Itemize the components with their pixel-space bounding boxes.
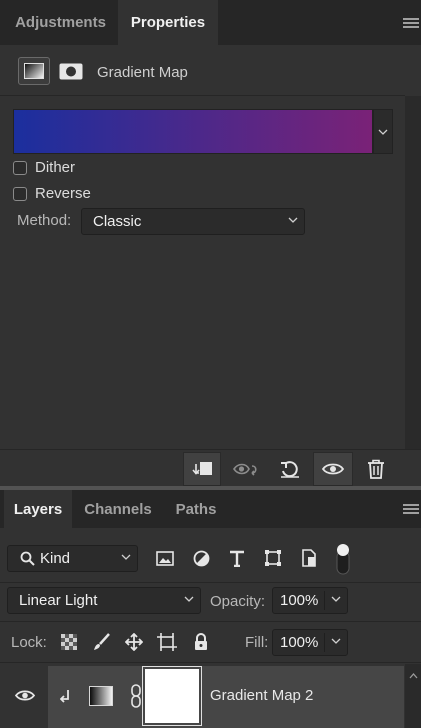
visibility-icon xyxy=(322,463,344,475)
divider xyxy=(0,621,421,622)
blend-mode-select[interactable]: Linear Light xyxy=(7,587,201,614)
properties-tab-bar: Adjustments Properties xyxy=(0,0,421,45)
chevron-down-icon xyxy=(331,638,341,644)
divider xyxy=(0,582,421,583)
smart-object-icon xyxy=(302,549,316,567)
tab-layers[interactable]: Layers xyxy=(4,490,72,528)
fill-label: Fill: xyxy=(245,634,269,651)
artboard-icon xyxy=(157,633,177,651)
brush-icon xyxy=(94,633,110,650)
lock-all-button[interactable] xyxy=(190,631,212,653)
reverse-label: Reverse xyxy=(35,185,91,202)
dither-label: Dither xyxy=(35,159,76,176)
method-select[interactable]: Classic xyxy=(81,208,305,235)
dither-checkbox[interactable] xyxy=(13,161,27,175)
toggle-visibility-button[interactable] xyxy=(313,452,353,486)
lock-artboard-button[interactable] xyxy=(155,631,179,653)
tab-channels[interactable]: Channels xyxy=(74,490,162,528)
delete-button[interactable] xyxy=(358,452,394,486)
move-icon xyxy=(125,633,143,651)
tab-properties[interactable]: Properties xyxy=(118,0,218,45)
properties-footer xyxy=(0,449,421,486)
chain-link-icon xyxy=(131,684,141,708)
eye-icon xyxy=(15,689,35,701)
clipping-mask-arrow-icon xyxy=(60,690,69,703)
filter-smart-object-button[interactable] xyxy=(297,547,321,569)
panel-menu-icon[interactable] xyxy=(403,18,419,30)
tab-paths[interactable]: Paths xyxy=(164,490,228,528)
chevron-down-icon xyxy=(121,554,131,560)
layer-visibility-toggle[interactable] xyxy=(12,685,38,705)
method-label: Method: xyxy=(17,212,72,229)
lock-icon xyxy=(195,633,207,650)
blend-mode-value: Linear Light xyxy=(19,592,98,609)
toggle-switch-icon xyxy=(336,544,350,575)
lock-image-pixels-button[interactable] xyxy=(91,631,113,653)
layer-name[interactable]: Gradient Map 2 xyxy=(210,687,313,704)
fill-value: 100% xyxy=(280,634,319,651)
filter-shape-button[interactable] xyxy=(261,547,285,569)
search-icon xyxy=(20,551,35,566)
trash-icon xyxy=(368,459,384,479)
divider xyxy=(0,95,405,96)
properties-scrollbar[interactable] xyxy=(405,96,421,449)
lock-transparent-pixels-button[interactable] xyxy=(58,631,80,653)
layer-mask-icon xyxy=(59,63,83,79)
gradient-preview[interactable] xyxy=(13,109,373,154)
lock-label: Lock: xyxy=(11,634,47,651)
reset-icon xyxy=(281,461,299,478)
reverse-checkbox[interactable] xyxy=(13,187,27,201)
chevron-down-icon xyxy=(378,129,388,135)
filter-kind-select[interactable]: Kind xyxy=(7,545,138,572)
filter-kind-label: Kind xyxy=(40,550,71,567)
divider xyxy=(324,591,325,610)
tab-adjustments[interactable]: Adjustments xyxy=(4,0,117,45)
clip-to-layer-icon xyxy=(192,462,212,475)
divider xyxy=(324,633,325,652)
type-icon xyxy=(230,550,244,567)
properties-panel: Gradient Map Dither Reverse Method: Clas… xyxy=(0,45,421,449)
layer-mask-thumbnail[interactable] xyxy=(142,666,202,726)
adjustment-tab-button[interactable] xyxy=(18,57,50,85)
mask-tab-button[interactable] xyxy=(55,57,87,85)
gradient-map-adjust-icon xyxy=(24,63,44,79)
filter-toggle-switch[interactable] xyxy=(333,542,353,576)
checkerboard-icon xyxy=(61,634,77,650)
view-previous-state-icon xyxy=(233,463,257,476)
layers-scrollbar[interactable] xyxy=(405,664,421,728)
gradient-map-layer-icon xyxy=(89,686,113,706)
divider xyxy=(0,662,421,663)
panel-menu-icon[interactable] xyxy=(403,504,419,516)
filter-pixel-button[interactable] xyxy=(153,547,177,569)
gradient-picker-dropdown[interactable] xyxy=(373,109,393,154)
clip-to-layer-button[interactable] xyxy=(183,452,221,486)
adjustment-circle-icon xyxy=(193,550,209,566)
reset-button[interactable] xyxy=(272,452,308,486)
opacity-label: Opacity: xyxy=(210,593,266,610)
properties-title: Gradient Map xyxy=(97,64,188,81)
shape-icon xyxy=(265,550,281,566)
chevron-down-icon xyxy=(184,596,194,602)
filter-type-button[interactable] xyxy=(225,547,249,569)
chevron-down-icon xyxy=(288,217,298,223)
layers-tab-bar: Layers Channels Paths xyxy=(0,490,421,528)
method-value: Classic xyxy=(93,213,142,230)
chevron-down-icon xyxy=(331,596,341,602)
opacity-field[interactable]: 100% xyxy=(272,587,348,614)
image-icon xyxy=(156,550,174,566)
filter-adjustment-button[interactable] xyxy=(189,547,213,569)
chevron-up-icon xyxy=(409,673,418,679)
opacity-value: 100% xyxy=(280,592,319,609)
fill-field[interactable]: 100% xyxy=(272,629,348,656)
view-previous-state-button[interactable] xyxy=(228,452,264,486)
layer-row[interactable]: Gradient Map 2 xyxy=(48,666,404,728)
lock-position-button[interactable] xyxy=(123,631,145,653)
layers-panel: Kind Linear Light Opacity: 100% Lock: Fi… xyxy=(0,528,421,728)
